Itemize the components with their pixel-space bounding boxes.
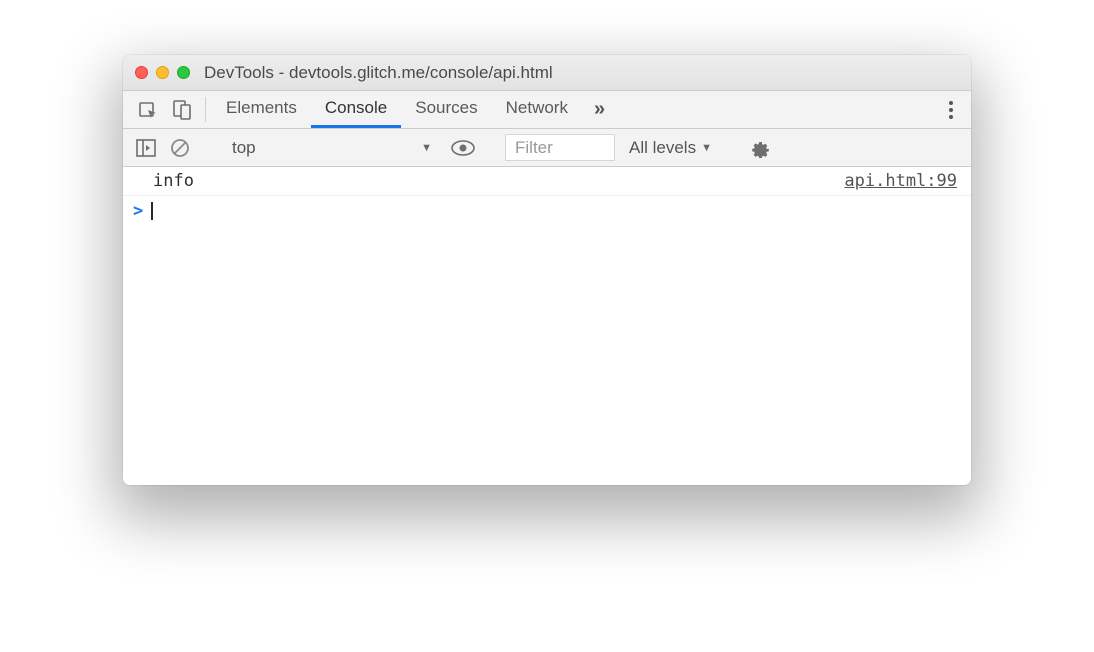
titlebar: DevTools - devtools.glitch.me/console/ap… [123,55,971,91]
traffic-lights [135,66,190,79]
log-source-link[interactable]: api.html:99 [844,171,957,191]
console-toolbar: top ▼ Filter All levels ▼ [123,129,971,167]
tab-sources[interactable]: Sources [401,91,491,128]
context-label: top [232,138,256,158]
log-row[interactable]: info api.html:99 [123,167,971,196]
clear-console-icon[interactable] [167,135,193,161]
log-levels-select[interactable]: All levels ▼ [623,138,718,158]
settings-menu-button[interactable] [941,91,961,128]
prompt-chevron-icon: > [133,201,143,221]
console-output: info api.html:99 > [123,167,971,485]
levels-label: All levels [629,138,696,158]
toggle-console-sidebar-icon[interactable] [133,135,159,161]
live-expression-icon[interactable] [450,135,476,161]
log-message: info [153,171,844,191]
window-title: DevTools - devtools.glitch.me/console/ap… [204,63,553,83]
divider [205,97,206,122]
tabbar: Elements Console Sources Network » [123,91,971,129]
tab-network[interactable]: Network [492,91,582,128]
chevron-down-icon: ▼ [421,142,432,154]
tab-elements[interactable]: Elements [212,91,311,128]
console-prompt[interactable]: > [123,196,971,226]
console-settings-icon[interactable] [747,135,773,161]
tab-console[interactable]: Console [311,91,401,128]
more-tabs-button[interactable]: » [582,91,615,128]
filter-placeholder: Filter [515,138,553,158]
tabs: Elements Console Sources Network [212,91,582,128]
device-toolbar-icon[interactable] [165,91,199,128]
zoom-window-button[interactable] [177,66,190,79]
inspect-element-icon[interactable] [131,91,165,128]
close-window-button[interactable] [135,66,148,79]
filter-input[interactable]: Filter [505,134,615,161]
input-cursor [151,202,152,220]
minimize-window-button[interactable] [156,66,169,79]
devtools-window: DevTools - devtools.glitch.me/console/ap… [123,55,971,485]
chevron-down-icon: ▼ [701,142,712,154]
execution-context-select[interactable]: top ▼ [222,134,442,162]
